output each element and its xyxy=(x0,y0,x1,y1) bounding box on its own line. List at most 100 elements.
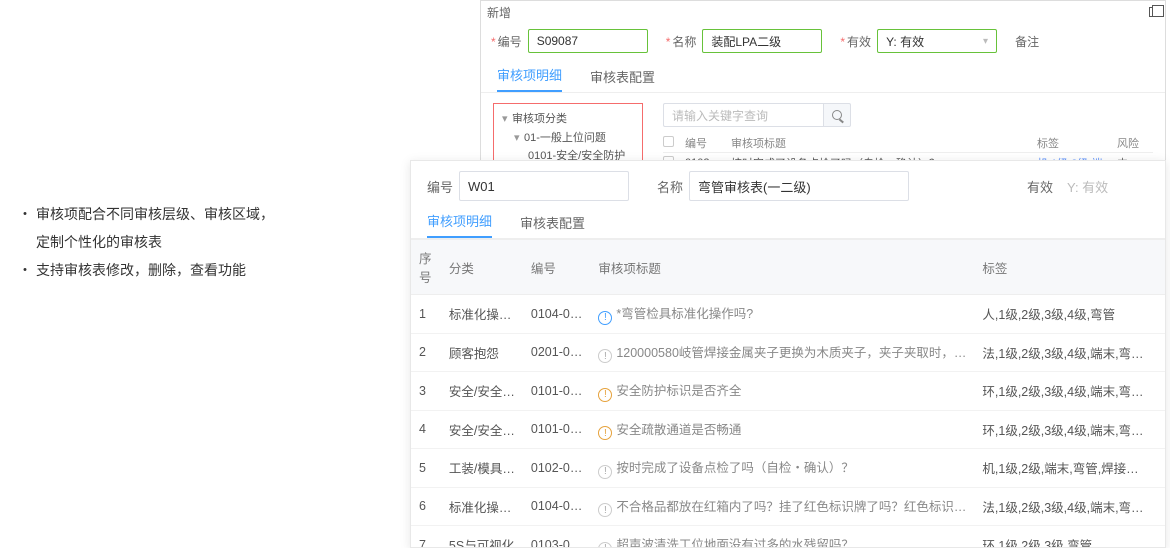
cell-tag: 机,1级,2级,端末,弯管,焊接… xyxy=(974,449,1157,488)
back-search-button[interactable] xyxy=(823,103,851,127)
cell-seq: 6 xyxy=(411,487,441,526)
cell-title: !超声波清洗工位地面没有过多的水残留吗？ xyxy=(590,526,974,548)
back-valid-select[interactable]: Y: 有效▾ xyxy=(877,29,997,53)
info-icon: ! xyxy=(598,349,612,363)
back-name-input[interactable]: 装配LPA二级 xyxy=(702,29,822,53)
cell-code: 0102-0… xyxy=(523,449,590,488)
cell-cat: 顾客抱怨 xyxy=(441,333,523,372)
col-seq: 序号 xyxy=(411,240,441,295)
cell-code: 0104-0… xyxy=(523,295,590,334)
tree-node-01[interactable]: 01-一般上位问题 xyxy=(524,132,606,144)
cell-cat: 标准化操… xyxy=(441,487,523,526)
cell-tag: 法,1级,2级,3级,4级,端末,弯… xyxy=(974,333,1157,372)
cell-cat: 5S与可视化 xyxy=(441,526,523,548)
table-row[interactable]: 3安全/安全…0101-0…!安全防护标识是否齐全环,1级,2级,3级,4级,端… xyxy=(411,372,1165,411)
front-valid-label: 有效 xyxy=(1027,177,1053,196)
maximize-icon[interactable] xyxy=(1149,7,1159,17)
cell-code: 0101-0… xyxy=(523,410,590,449)
back-checkbox-all[interactable] xyxy=(663,136,674,147)
back-search-input[interactable]: 请输入关键字查询 xyxy=(663,103,823,127)
cell-risk: 高 xyxy=(1157,410,1165,449)
cell-title: !安全防护标识是否齐全 xyxy=(590,372,974,411)
cell-title: !按时完成了设备点检了吗（自检・确认）？ xyxy=(590,449,974,488)
cell-seq: 1 xyxy=(411,295,441,334)
back-code-label: 编号 xyxy=(491,33,522,50)
col-code: 编号 xyxy=(523,240,590,295)
chevron-down-icon: ▾ xyxy=(983,36,988,47)
cell-code: 0101-0… xyxy=(523,372,590,411)
cell-tag: 环,1级,2级,3级,4级,端末,弯… xyxy=(974,372,1157,411)
table-row[interactable]: 2顾客抱怨0201-0…!120000580岐管焊接金属夹子更换为木质夹子，夹子… xyxy=(411,333,1165,372)
cell-seq: 2 xyxy=(411,333,441,372)
cell-tag: 法,1级,2级,3级,4级,端末,弯… xyxy=(974,487,1157,526)
col-title: 审核项标题 xyxy=(590,240,974,295)
cell-title: !*弯管检具标准化操作吗? xyxy=(590,295,974,334)
cell-code: 0103-0… xyxy=(523,526,590,548)
cell-risk: 中 xyxy=(1157,449,1165,488)
back-valid-label: 有效 xyxy=(840,33,871,50)
front-valid-input[interactable]: Y: 有效 xyxy=(1059,171,1149,201)
back-col-title: 审核项标题 xyxy=(731,135,1037,151)
cell-seq: 7 xyxy=(411,526,441,548)
cell-risk: 中 xyxy=(1157,333,1165,372)
caption-2: 支持审核表修改，删除，查看功能 xyxy=(36,256,246,284)
tree-root[interactable]: 审核项分类 xyxy=(512,113,567,125)
table-row[interactable]: 6标准化操…0104-0…!不合格品都放在红箱内了吗？挂了红色标识牌了吗？红色标… xyxy=(411,487,1165,526)
cell-tag: 人,1级,2级,3级,4级,弯管 xyxy=(974,295,1157,334)
cell-code: 0104-0… xyxy=(523,487,590,526)
cell-risk: 低 xyxy=(1157,487,1165,526)
front-code-input[interactable]: W01 xyxy=(459,171,629,201)
info-icon: ! xyxy=(598,426,612,440)
cell-cat: 安全/安全… xyxy=(441,410,523,449)
front-tab-config[interactable]: 审核表配置 xyxy=(520,213,585,238)
front-tab-detail[interactable]: 审核项明细 xyxy=(427,211,492,238)
cell-title: !安全疏散通道是否畅通 xyxy=(590,410,974,449)
front-code-label: 编号 xyxy=(427,177,453,196)
caption-1-line2: 定制个性化的审核表 xyxy=(36,234,162,250)
front-name-label: 名称 xyxy=(657,177,683,196)
cell-risk: 低 xyxy=(1157,526,1165,548)
cell-title: !120000580岐管焊接金属夹子更换为木质夹子，夹子夹取时，… xyxy=(590,333,974,372)
back-col-tag: 标签 xyxy=(1037,135,1117,151)
col-tag: 标签 xyxy=(974,240,1157,295)
info-icon: ! xyxy=(598,542,612,548)
cell-seq: 4 xyxy=(411,410,441,449)
cell-seq: 5 xyxy=(411,449,441,488)
cell-code: 0201-0… xyxy=(523,333,590,372)
cell-risk: 中 xyxy=(1157,295,1165,334)
caption-list: ・ 审核项配合不同审核层级、审核区域， 定制个性化的审核表 ・ 支持审核表修改，… xyxy=(18,200,358,284)
front-name-input[interactable]: 弯管审核表(一二级) xyxy=(689,171,909,201)
table-row[interactable]: 1标准化操…0104-0…!*弯管检具标准化操作吗?人,1级,2级,3级,4级,… xyxy=(411,295,1165,334)
table-row[interactable]: 4安全/安全…0101-0…!安全疏散通道是否畅通环,1级,2级,3级,4级,端… xyxy=(411,410,1165,449)
search-icon xyxy=(832,110,842,120)
cell-cat: 工装/模具… xyxy=(441,449,523,488)
cell-cat: 安全/安全… xyxy=(441,372,523,411)
info-icon: ! xyxy=(598,311,612,325)
back-col-risk: 风险 xyxy=(1117,135,1153,151)
caption-1-line1: 审核项配合不同审核层级、审核区域， xyxy=(36,206,274,222)
cell-title: !不合格品都放在红箱内了吗？挂了红色标识牌了吗？红色标识… xyxy=(590,487,974,526)
cell-cat: 标准化操… xyxy=(441,295,523,334)
col-risk: 风险 xyxy=(1157,240,1165,295)
back-col-code: 编号 xyxy=(685,135,731,151)
table-row[interactable]: 5工装/模具…0102-0…!按时完成了设备点检了吗（自检・确认）？机,1级,2… xyxy=(411,449,1165,488)
back-code-input[interactable]: S09087 xyxy=(528,29,648,53)
bullet-dot: ・ xyxy=(18,200,36,256)
back-dialog-title: 新增 xyxy=(487,4,511,21)
back-name-label: 名称 xyxy=(666,33,697,50)
back-tab-detail[interactable]: 审核项明细 xyxy=(497,65,562,92)
cell-tag: 环,1级,2级,3级,弯管 xyxy=(974,526,1157,548)
front-table: 序号 分类 编号 审核项标题 标签 风险 1标准化操…0104-0…!*弯管检具… xyxy=(411,240,1165,547)
back-tab-config[interactable]: 审核表配置 xyxy=(590,67,655,92)
back-note-label: 备注 xyxy=(1015,33,1039,50)
cell-risk: 中 xyxy=(1157,372,1165,411)
info-icon: ! xyxy=(598,388,612,402)
info-icon: ! xyxy=(598,465,612,479)
bullet-dot: ・ xyxy=(18,256,36,284)
col-cat: 分类 xyxy=(441,240,523,295)
front-panel: 编号 W01 名称 弯管审核表(一二级) 有效 Y: 有效 审核项明细 审核表配… xyxy=(410,160,1166,548)
table-row[interactable]: 75S与可视化0103-0…!超声波清洗工位地面没有过多的水残留吗？环,1级,2… xyxy=(411,526,1165,548)
cell-seq: 3 xyxy=(411,372,441,411)
cell-tag: 环,1级,2级,3级,4级,端末,弯… xyxy=(974,410,1157,449)
info-icon: ! xyxy=(598,503,612,517)
